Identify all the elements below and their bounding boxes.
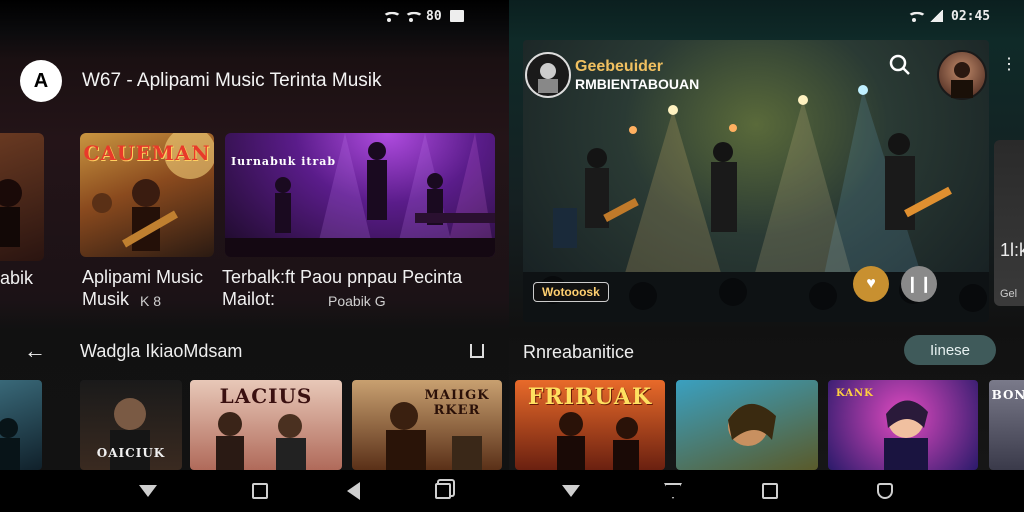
pause-icon: ❙❙ <box>905 276 933 293</box>
thumb-art-partial <box>0 418 20 470</box>
album-art-title: CAUEMAN <box>83 141 211 165</box>
side-peek-text: 1l:ke <box>1000 240 1024 260</box>
overflow-menu-icon[interactable]: ⋮ <box>1001 57 1017 73</box>
app-logo-button[interactable]: A <box>20 60 62 102</box>
thumb-right-1-title: FRIRUAK <box>527 384 653 410</box>
app-logo-line2: RMBIENTABOUAN <box>575 76 700 92</box>
thumb-right-4-title: BON <box>991 388 1024 402</box>
search-button[interactable] <box>889 54 911 76</box>
featured-card-partial[interactable] <box>0 133 44 261</box>
featured-caption-1b: Musik <box>82 289 130 309</box>
thumb-right-3-title: KANK <box>836 388 874 399</box>
app-logo-line1: Geebeuider <box>575 58 664 75</box>
home-icon[interactable] <box>470 344 484 358</box>
back-icon <box>346 482 360 500</box>
album-thumb-right-1[interactable]: FRIRUAK <box>515 380 665 470</box>
battery-icon <box>449 10 464 22</box>
chevron-down-icon-right <box>562 485 580 497</box>
album-thumb-right-partial[interactable]: BON <box>989 380 1024 470</box>
back-arrow-icon[interactable]: ← <box>24 338 46 364</box>
side-peek-card[interactable]: 1l:ke Gel <box>994 140 1024 306</box>
left-screen: 80 A W67 - Aplipami Music Terinta Musik … <box>0 0 509 470</box>
app-logo-letter: A <box>33 69 49 92</box>
status-bar-right: 02:45 <box>907 0 990 32</box>
concert-art <box>225 133 495 257</box>
app-avatar-right[interactable] <box>525 52 571 98</box>
recents-icon <box>435 483 451 499</box>
featured-card-concert[interactable]: Iurnabuk itrab <box>225 133 495 257</box>
heart-icon: ♥ <box>866 275 876 292</box>
nav-home-button[interactable] <box>249 480 271 502</box>
thumb-2-title: LACIUS <box>219 384 313 408</box>
album-thumb-right-2[interactable] <box>676 380 818 470</box>
thumb-3-title: MAIIGK RKER <box>424 388 490 418</box>
album-thumb-partial[interactable] <box>0 380 42 470</box>
nav-down-button[interactable] <box>137 480 159 502</box>
profile-avatar[interactable] <box>937 50 987 100</box>
avatar-art <box>538 63 558 93</box>
system-nav-bar <box>0 470 1024 512</box>
wifi-icon <box>382 10 396 22</box>
section-header-left: ← Wadgla IkiaoMdsam <box>24 338 484 364</box>
app-bar-left: A W67 - Aplipami Music Terinta Musik <box>20 60 382 102</box>
nav-back-button[interactable] <box>342 480 364 502</box>
section-title-left: Wadgla IkiaoMdsam <box>80 340 243 361</box>
featured-caption-2: Terbalk:ft Paou pnpau Pecinta <box>222 267 463 287</box>
card-art-partial <box>0 179 22 247</box>
triangle-outline-icon <box>664 483 682 499</box>
status-time-right: 02:45 <box>951 8 991 24</box>
nav-triangle-button[interactable] <box>662 480 684 502</box>
nav-home-button-right[interactable] <box>759 480 781 502</box>
featured-meta-1: K 8 <box>140 293 162 309</box>
hero-badge: Wotooosk <box>533 282 609 302</box>
like-button[interactable]: ♥ <box>853 266 889 302</box>
wifi-icon-right <box>907 10 921 22</box>
featured-caption-2b: Mailot: <box>222 289 276 309</box>
album-thumb-2[interactable]: LACIUS <box>190 380 342 470</box>
pause-button[interactable]: ❙❙ <box>901 266 937 302</box>
featured-card-album[interactable]: CAUEMAN <box>80 133 214 257</box>
section-action-button[interactable]: Iinese <box>904 335 996 365</box>
shield-icon <box>877 483 893 499</box>
featured-caption-1: Aplipami Music <box>82 267 204 287</box>
signal-icon <box>929 10 943 22</box>
profile-avatar-art <box>951 62 973 98</box>
album-thumb-1[interactable]: OAICIUK <box>80 380 182 470</box>
search-icon <box>889 54 910 75</box>
featured-caption-partial: abik <box>0 268 34 288</box>
chevron-down-icon <box>139 485 157 497</box>
nav-recents-button[interactable] <box>432 480 454 502</box>
nav-down-button-right[interactable] <box>560 480 582 502</box>
album-thumb-3[interactable]: MAIIGK RKER <box>352 380 502 470</box>
featured-meta-2: Poabik G <box>328 293 386 309</box>
status-time-left: 80 <box>426 8 442 24</box>
album-thumb-right-3[interactable]: KANK <box>828 380 978 470</box>
home-square-icon-right <box>762 483 778 499</box>
section-title-right: Rnreabanitice <box>523 342 635 362</box>
status-bar-left: 80 <box>382 0 464 32</box>
thumb-art-right-2 <box>728 403 776 446</box>
side-peek-sub: Gel <box>1000 288 1018 300</box>
concert-art-title: Iurnabuk itrab <box>231 155 337 168</box>
thumb-1-title: OAICIUK <box>96 446 166 460</box>
wifi-icon-2 <box>404 10 418 22</box>
app-title: W67 - Aplipami Music Terinta Musik <box>82 70 382 91</box>
home-square-icon <box>252 483 268 499</box>
nav-shield-button[interactable] <box>874 480 896 502</box>
